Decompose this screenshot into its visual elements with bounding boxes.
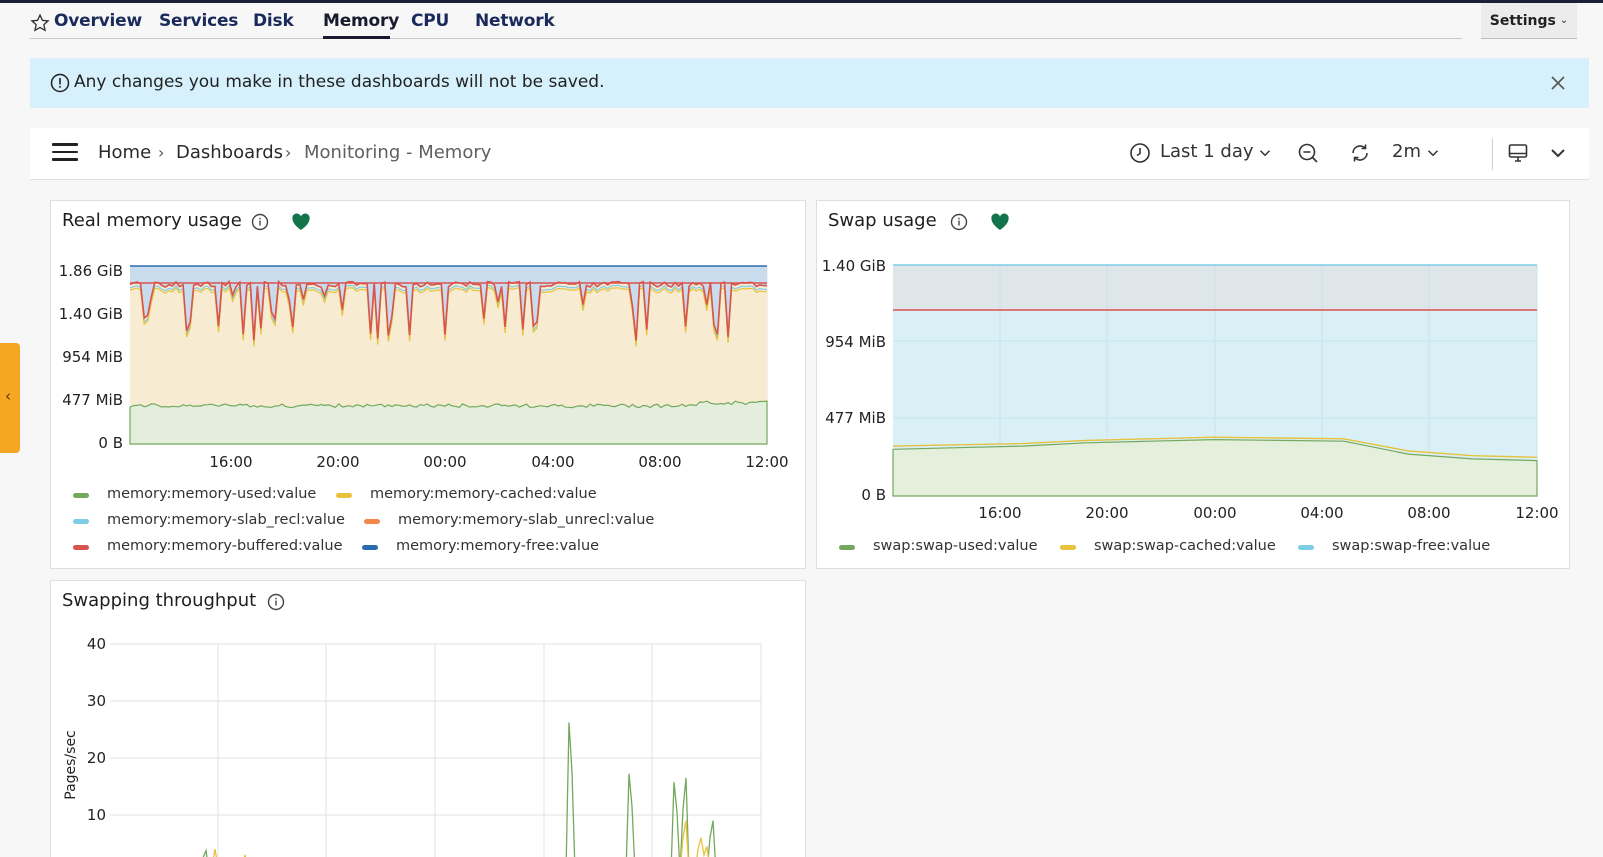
dashboard-toolbar: Home › Dashboards › Monitoring - Memory … [30,128,1589,180]
y-tick: 10 [87,806,106,824]
refresh-icon[interactable] [1348,141,1372,165]
y-tick: 1.86 GiB [59,262,123,280]
tab-disk[interactable]: Disk [253,11,294,31]
y-tick: 1.40 GiB [822,257,886,275]
breadcrumb-dashboards[interactable]: Dashboards [176,142,283,163]
y-tick: 954 MiB [62,348,123,366]
monitor-icon[interactable] [1506,141,1530,165]
x-tick: 00:00 [1193,504,1236,522]
settings-button[interactable]: Settings ⌄ [1481,3,1577,39]
legend-label: swap:swap-used:value [873,538,1038,554]
legend-swatch [73,545,89,550]
menu-icon[interactable] [52,143,78,163]
swap-usage-panel: Swap usage 1.40 GiB 954 MiB 477 MiB 0 B … [816,200,1570,569]
refresh-interval-picker[interactable]: 2m [1392,141,1421,162]
y-tick: 40 [87,635,106,653]
breadcrumb-current: Monitoring - Memory [304,142,492,163]
star-icon[interactable] [30,13,50,33]
time-range-picker[interactable]: Last 1 day [1160,141,1254,162]
breadcrumb-separator: › [158,143,165,162]
real-memory-panel: Real memory usage 1.86 GiB 1.40 GiB 954 … [50,200,806,569]
active-tab-indicator [323,36,390,39]
legend-label: memory:memory-buffered:value [107,538,343,554]
tab-memory[interactable]: Memory [323,11,399,31]
legend-label: memory:memory-free:value [396,538,600,554]
legend-swatch [336,493,352,498]
clock-icon[interactable] [1128,141,1152,165]
zoom-out-icon[interactable] [1296,141,1320,165]
legend-swatch [1060,545,1076,550]
legend-swatch [364,519,380,524]
swapping-throughput-chart: 40 30 20 10 Pages/sec [63,635,762,857]
legend-swatch [362,545,378,550]
close-icon[interactable] [1548,73,1568,93]
x-tick: 12:00 [1515,504,1558,522]
x-tick: 20:00 [1085,504,1128,522]
y-axis: 40 30 20 10 [87,635,106,824]
x-tick: 08:00 [638,453,681,471]
x-tick: 04:00 [531,453,574,471]
y-axis: 1.40 GiB 954 MiB 477 MiB 0 B [822,257,886,504]
y-tick: 20 [87,749,106,767]
chevron-down-icon: ⌄ [1559,15,1569,26]
x-tick: 04:00 [1300,504,1343,522]
legend-swatch [73,493,89,498]
alert-icon [50,73,70,93]
settings-label: Settings [1489,12,1556,29]
unsaved-changes-banner: Any changes you make in these dashboards… [30,58,1589,108]
tab-services[interactable]: Services [159,11,238,31]
swapping-throughput-panel: Swapping throughput 40 30 20 10 Pages/se… [50,580,806,857]
x-tick: 08:00 [1407,504,1450,522]
top-nav: Overview Services Disk Memory CPU Networ… [30,3,1462,39]
legend-swatch [839,545,855,550]
legend-label: swap:swap-free:value [1332,538,1491,554]
y-tick: 0 B [98,434,123,452]
x-tick: 20:00 [316,453,359,471]
y-tick: 30 [87,692,106,710]
chevron-down-icon[interactable] [1546,141,1570,165]
y-axis: 1.86 GiB 1.40 GiB 954 MiB 477 MiB 0 B [59,262,123,452]
y-tick: 477 MiB [62,391,123,409]
banner-message: Any changes you make in these dashboards… [74,72,605,92]
x-tick: 12:00 [745,453,788,471]
side-panel-toggle[interactable]: ‹ [0,343,20,453]
x-tick: 16:00 [209,453,252,471]
legend-label: memory:memory-slab_recl:value [107,512,345,528]
legend-label: memory:memory-used:value [107,486,317,502]
chevron-down-icon[interactable] [1424,144,1442,162]
y-tick: 0 B [861,486,886,504]
x-tick: 16:00 [978,504,1021,522]
tab-cpu[interactable]: CPU [411,11,449,31]
legend-label: memory:memory-cached:value [370,486,597,502]
toolbar-divider [1492,138,1493,170]
y-tick: 1.40 GiB [59,305,123,323]
area-used [129,400,768,445]
swap-usage-chart: 1.40 GiB 954 MiB 477 MiB 0 B 16:00 20:00… [822,257,1559,522]
y-axis-label: Pages/sec [63,730,79,800]
breadcrumb-home[interactable]: Home [98,142,151,163]
x-axis: 16:00 20:00 00:00 04:00 08:00 12:00 [978,504,1558,522]
breadcrumb-separator: › [285,143,292,162]
chevron-down-icon[interactable] [1256,144,1274,162]
y-tick: 477 MiB [825,409,886,427]
legend-swatch [73,519,89,524]
tab-network[interactable]: Network [475,11,555,31]
legend-label: swap:swap-cached:value [1094,538,1276,554]
x-tick: 00:00 [423,453,466,471]
y-tick: 954 MiB [825,333,886,351]
grid [110,643,762,857]
tab-overview[interactable]: Overview [54,11,142,31]
chevron-left-icon: ‹ [5,387,11,405]
legend-swatch [1298,545,1314,550]
x-axis: 16:00 20:00 00:00 04:00 08:00 12:00 [209,453,788,471]
legend-label: memory:memory-slab_unrecl:value [398,512,655,528]
